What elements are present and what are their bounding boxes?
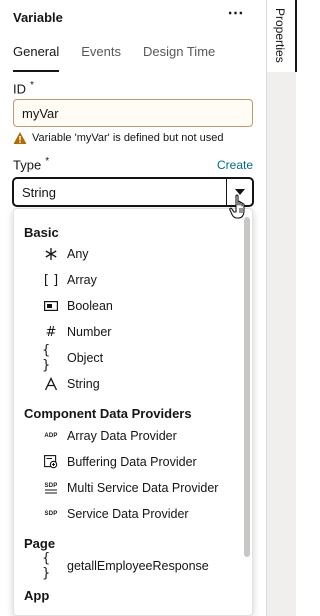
dropdown-scrollbar[interactable] xyxy=(244,217,250,557)
option-label: Array Data Provider xyxy=(67,429,177,443)
properties-rail-tab[interactable]: Properties xyxy=(267,0,297,72)
group-component-data-providers: Component Data Providers xyxy=(24,406,192,421)
id-label-text: ID xyxy=(13,81,26,97)
hash-icon: # xyxy=(45,324,57,340)
option-string[interactable]: String xyxy=(42,373,242,395)
properties-rail: Properties xyxy=(266,0,297,616)
option-buffering-data-provider[interactable]: Buffering Data Provider xyxy=(42,451,242,473)
type-dropdown-list[interactable]: Basic Any [ ] Array Boolean # Number { }… xyxy=(13,208,253,616)
option-label: Buffering Data Provider xyxy=(67,455,197,469)
id-input[interactable] xyxy=(13,99,253,127)
type-select-value[interactable]: String xyxy=(22,185,56,200)
group-page: Page xyxy=(24,536,56,551)
tab-events[interactable]: Events xyxy=(81,44,121,72)
hand-pointer-icon xyxy=(229,194,245,219)
group-basic: Basic xyxy=(24,225,59,240)
tab-design-time[interactable]: Design Time xyxy=(143,44,215,72)
group-app: App xyxy=(24,588,50,603)
variable-properties-panel: Variable ⋯ General Events Design Time ID… xyxy=(0,0,266,616)
required-marker: * xyxy=(30,80,34,91)
option-label: Service Data Provider xyxy=(67,507,189,521)
option-multi-service-data-provider[interactable]: SDP Multi Service Data Provider xyxy=(42,477,242,499)
required-marker: * xyxy=(45,156,50,167)
buffering-icon xyxy=(42,454,60,470)
type-label-text: Type xyxy=(13,157,42,173)
option-object[interactable]: { } Object xyxy=(42,343,242,373)
type-select[interactable]: String xyxy=(13,178,253,206)
warning-text: Variable 'myVar' is defined but not used xyxy=(32,132,224,144)
id-label: ID * xyxy=(13,80,34,96)
more-options-icon[interactable]: ⋯ xyxy=(226,6,246,26)
id-warning: Variable 'myVar' is defined but not used xyxy=(13,130,224,146)
properties-rail-label: Properties xyxy=(273,8,287,63)
braces-icon: { } xyxy=(42,343,51,373)
option-label: Multi Service Data Provider xyxy=(67,481,219,495)
sdp-stack-icon: SDP xyxy=(42,480,60,496)
option-label: Any xyxy=(67,247,89,261)
option-array-data-provider[interactable]: ADP Array Data Provider xyxy=(42,425,242,447)
option-label: Array xyxy=(67,273,97,287)
panel-title: Variable xyxy=(13,10,63,25)
option-number[interactable]: # Number xyxy=(42,321,242,343)
option-label: Boolean xyxy=(67,299,113,313)
option-any[interactable]: Any xyxy=(42,243,242,265)
brackets-icon: [ ] xyxy=(43,272,59,288)
create-type-link[interactable]: Create xyxy=(217,158,253,172)
braces-icon: { } xyxy=(42,551,51,581)
letter-a-icon xyxy=(42,376,60,392)
option-label: Object xyxy=(67,351,104,365)
option-getallemployeeresponse[interactable]: { } getallEmployeeResponse xyxy=(42,551,242,581)
toggle-icon xyxy=(42,298,60,314)
option-label: getallEmployeeResponse xyxy=(67,559,209,573)
tab-general[interactable]: General xyxy=(13,44,60,72)
option-label: String xyxy=(67,377,100,391)
adp-icon: ADP xyxy=(42,428,60,444)
option-boolean[interactable]: Boolean xyxy=(42,295,242,317)
sdp-badge-text: SDP xyxy=(44,511,58,517)
sdp-icon: SDP xyxy=(42,506,60,522)
asterisk-icon xyxy=(42,246,60,262)
option-label: Number xyxy=(67,325,112,339)
option-service-data-provider[interactable]: SDP Service Data Provider xyxy=(42,503,242,525)
adp-badge-text: ADP xyxy=(44,433,58,439)
tab-bar: General Events Design Time xyxy=(13,44,215,72)
type-label: Type * xyxy=(13,156,49,172)
warning-icon xyxy=(13,132,27,144)
option-array[interactable]: [ ] Array xyxy=(42,269,242,291)
